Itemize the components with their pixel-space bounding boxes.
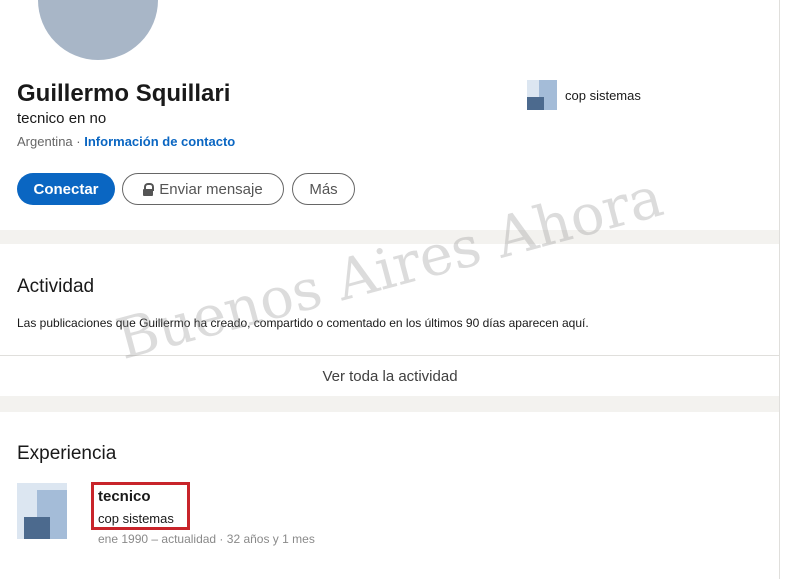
connect-button[interactable]: Conectar <box>17 173 115 205</box>
card-right-border <box>779 0 780 579</box>
location-separator: · <box>76 134 81 149</box>
send-message-label: Enviar mensaje <box>159 180 263 198</box>
contact-info-link[interactable]: Información de contacto <box>84 134 235 149</box>
company-logo-icon <box>527 80 557 110</box>
send-message-button[interactable]: Enviar mensaje <box>122 173 284 205</box>
activity-title: Actividad <box>17 276 95 297</box>
current-company-link[interactable]: cop sistemas <box>527 80 641 110</box>
experience-role[interactable]: tecnico <box>98 488 151 505</box>
profile-location: Argentina <box>17 134 73 149</box>
experience-company-logo-icon[interactable] <box>17 483 67 539</box>
section-gap <box>0 230 780 244</box>
see-all-activity-link[interactable]: Ver toda la actividad <box>0 368 780 385</box>
profile-location-line: Argentina · Información de contacto <box>17 134 235 149</box>
profile-avatar[interactable] <box>38 0 158 60</box>
experience-company: cop sistemas <box>98 511 174 526</box>
more-button[interactable]: Más <box>292 173 355 205</box>
experience-dates: ene 1990 – actualidad · 32 años y 1 mes <box>98 532 315 546</box>
current-company-name: cop sistemas <box>565 87 641 103</box>
experience-title: Experiencia <box>17 443 117 464</box>
activity-description: Las publicaciones que Guillermo ha cread… <box>17 316 589 330</box>
section-gap <box>0 396 780 412</box>
profile-name: Guillermo Squillari <box>17 80 231 107</box>
activity-divider <box>0 355 780 356</box>
lock-icon <box>143 183 155 196</box>
profile-headline: tecnico en no <box>17 110 107 127</box>
profile-card: Guillermo Squillari tecnico en no Argent… <box>0 0 780 230</box>
